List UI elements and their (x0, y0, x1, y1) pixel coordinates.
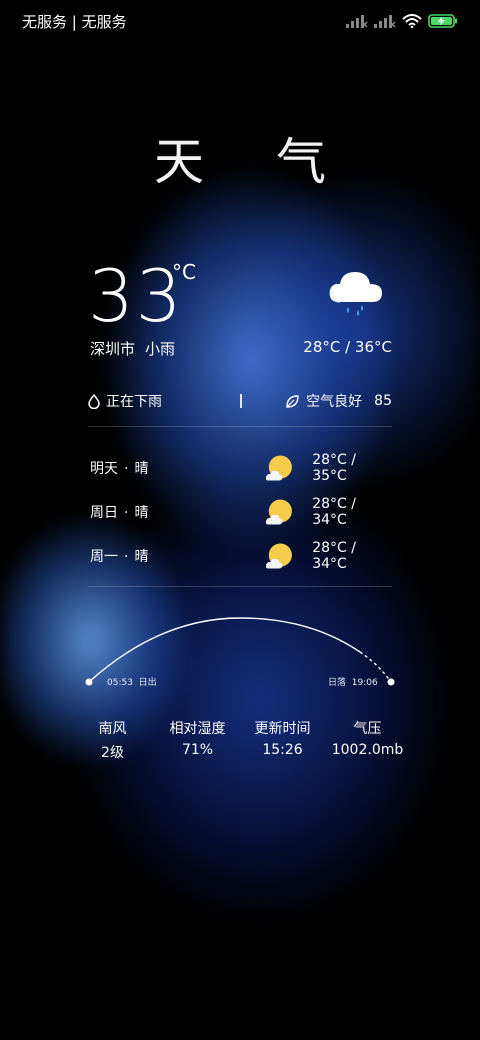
rain-cloud-icon (329, 272, 382, 316)
sun-path: 05:53 日出 日落 19:06 (80, 606, 400, 706)
sunrise-label: 日出 (138, 678, 157, 688)
stat-label: 更新时间 (254, 721, 311, 737)
forecast-temperature-range: 28°C / 34°C (312, 540, 356, 572)
precipitation-status: 正在下雨 (88, 391, 162, 411)
forecast-row: 周日 · 晴 28°C / 34°C (90, 490, 392, 534)
partly-sunny-icon (266, 499, 293, 525)
wifi-icon (402, 14, 422, 28)
carrier-label: 无服务 | 无服务 (22, 12, 127, 31)
forecast-condition: 晴 (134, 461, 149, 477)
divider (88, 586, 392, 587)
forecast-temperature-range: 28°C / 35°C (312, 452, 356, 484)
stat-value: 1002.0mb (331, 742, 404, 758)
current-temperature: 33 (88, 254, 184, 338)
sunset-time: 19:06 (351, 678, 378, 688)
temperature-unit: °C (172, 260, 196, 284)
forecast-day: 明天 (90, 461, 118, 477)
stat-label: 相对湿度 (169, 721, 226, 737)
sunset-label: 日落 (328, 678, 347, 688)
precipitation-text: 正在下雨 (106, 394, 162, 410)
stat-value: 71% (181, 742, 214, 758)
status-bar: 无服务 | 无服务 (0, 0, 480, 42)
forecast-condition: 晴 (134, 549, 149, 565)
divider (239, 394, 242, 408)
city-name[interactable]: 深圳市 (90, 340, 135, 358)
forecast-day: 周日 (90, 505, 118, 521)
pressure-stat: 气压 1002.0mb (325, 718, 410, 762)
forecast-row: 周一 · 晴 28°C / 34°C (90, 534, 392, 578)
current-weather: 33 °C (88, 256, 392, 336)
info-row: 正在下雨 空气良好 85 (88, 391, 392, 411)
air-quality-text: 空气良好 (306, 394, 363, 410)
forecast-condition: 晴 (134, 505, 149, 521)
forecast-list: 明天 · 晴 28°C / 35°C 周日 · 晴 28°C / 34°C 周一 · 晴 (90, 446, 392, 578)
update-time-stat: 更新时间 15:26 (240, 718, 325, 762)
partly-sunny-icon (266, 455, 293, 481)
today-temperature-range: 28°C / 36°C (303, 338, 392, 356)
location-row: 深圳市 小雨 28°C / 36°C (90, 338, 392, 359)
divider (88, 426, 392, 427)
sunrise-time: 05:53 (107, 678, 133, 688)
sunrise-info: 05:53 日出 (107, 675, 157, 688)
wind-stat: 南风 2级 (70, 718, 155, 762)
forecast-day: 周一 (90, 549, 118, 565)
weather-stats: 南风 2级 相对湿度 71% 更新时间 15:26 气压 1002.0mb (70, 718, 410, 762)
signal-icon (346, 15, 368, 28)
air-quality: 空气良好 85 (285, 391, 392, 411)
humidity-stat: 相对湿度 71% (155, 718, 240, 762)
droplet-icon (88, 393, 100, 409)
weather-screen: 无服务 | 无服务 天 气 33 °C 深圳市 小雨 28°C / 36°C 正… (0, 0, 480, 1040)
stat-label: 南风 (98, 721, 127, 737)
stat-label: 气压 (353, 721, 382, 737)
partly-sunny-icon (266, 543, 293, 569)
forecast-row: 明天 · 晴 28°C / 35°C (90, 446, 392, 490)
battery-charging-icon (428, 14, 457, 28)
current-condition: 小雨 (145, 340, 176, 358)
leaf-icon (286, 394, 299, 408)
stat-value: 2级 (101, 745, 124, 761)
sun-arc-graphic (85, 617, 395, 686)
signal-icon (374, 15, 396, 28)
stat-value: 15:26 (262, 742, 303, 758)
page-title: 天 气 (154, 133, 354, 191)
air-quality-value: 85 (374, 393, 392, 409)
sunset-info: 日落 19:06 (328, 675, 378, 688)
forecast-temperature-range: 28°C / 34°C (312, 496, 356, 528)
